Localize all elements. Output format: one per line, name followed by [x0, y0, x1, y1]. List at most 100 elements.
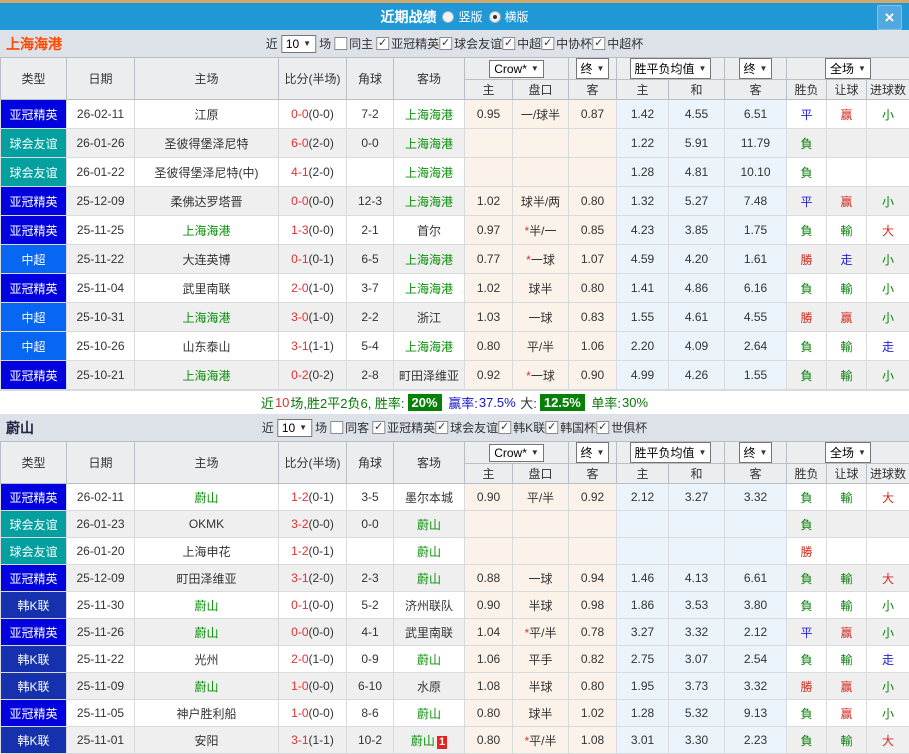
odds-final-select[interactable]: 终▼ — [576, 442, 610, 463]
sub-header-odds-away: 客 — [569, 464, 617, 484]
summary-segment: 20% — [408, 394, 442, 411]
league-filter[interactable]: 球会友谊 — [439, 35, 502, 52]
table-row: 韩K联25-11-09蔚山1-0(0-0)6-10水原1.08半球0.801.9… — [1, 673, 909, 700]
result-wdl: 負 — [787, 565, 827, 592]
league-filter[interactable]: 韩K联 — [498, 419, 545, 436]
avg-final-select[interactable]: 终▼ — [739, 442, 773, 463]
league-filter[interactable]: 亚冠精英 — [372, 419, 435, 436]
layout-vertical-radio[interactable]: 竖版 — [442, 8, 482, 25]
checkbox-icon[interactable] — [545, 421, 558, 434]
radio-icon[interactable] — [489, 11, 501, 23]
checkbox-icon[interactable] — [435, 421, 448, 434]
full-time-score: 3-0 — [291, 310, 308, 324]
sub-header-odds-away: 客 — [569, 80, 617, 100]
close-button[interactable]: × — [877, 5, 902, 30]
checkbox-icon[interactable] — [592, 37, 605, 50]
avg-home: 3.01 — [617, 727, 669, 754]
match-count-select[interactable]: 10 ▼ — [277, 419, 312, 437]
avg-type-select[interactable]: 胜平负均值▼ — [630, 442, 712, 463]
avg-away: 6.51 — [725, 100, 787, 129]
odds-home — [465, 158, 513, 187]
league-filter[interactable]: 球会友谊 — [435, 419, 498, 436]
away-team: 济州联队 — [394, 592, 465, 619]
avg-draw: 4.09 — [669, 332, 725, 361]
corner-score: 10-2 — [347, 727, 394, 754]
checkbox-icon[interactable] — [439, 37, 452, 50]
chevron-down-icon: ▼ — [760, 64, 768, 73]
avg-draw: 3.73 — [669, 673, 725, 700]
away-team-name: 济州联队 — [405, 599, 453, 613]
corner-score: 3-5 — [347, 484, 394, 511]
avg-final-select[interactable]: 终▼ — [739, 58, 773, 79]
odds-handicap: *平/半 — [513, 727, 569, 754]
table-row: 亚冠精英26-02-11蔚山1-2(0-1)3-5墨尔本城0.90平/半0.92… — [1, 484, 909, 511]
radio-icon[interactable] — [442, 11, 454, 23]
corner-score — [347, 158, 394, 187]
match-date: 26-01-26 — [67, 129, 135, 158]
full-time-score: 1-2 — [291, 544, 308, 558]
col-header-away: 客场 — [394, 442, 465, 484]
match-date: 26-01-22 — [67, 158, 135, 187]
checkbox-icon[interactable] — [596, 421, 609, 434]
corner-score: 3-7 — [347, 274, 394, 303]
same-venue-filter[interactable]: 同客 — [330, 419, 369, 436]
score: 1-2(0-1) — [279, 538, 347, 565]
half-time-score: (0-1) — [309, 252, 334, 266]
checkbox-icon[interactable] — [376, 37, 389, 50]
match-type-badge: 中超 — [1, 332, 67, 361]
league-filter[interactable]: 中协杯 — [541, 35, 592, 52]
result-goals: 小 — [867, 245, 909, 274]
full-time-score: 3-1 — [291, 339, 308, 353]
checkbox-icon[interactable] — [498, 421, 511, 434]
scope-select[interactable]: 全场▼ — [825, 58, 871, 79]
result-goals — [867, 158, 909, 187]
result-wdl: 負 — [787, 274, 827, 303]
title-center: 近期战绩 竖版 横版 — [0, 7, 909, 27]
league-filter[interactable]: 世俱杯 — [596, 419, 647, 436]
same-venue-filter[interactable]: 同主 — [334, 35, 373, 52]
checkbox-icon[interactable] — [541, 37, 554, 50]
match-type-badge: 亚冠精英 — [1, 361, 67, 390]
avg-away: 1.61 — [725, 245, 787, 274]
league-filter[interactable]: 亚冠精英 — [376, 35, 439, 52]
odds-final-select[interactable]: 终▼ — [576, 58, 610, 79]
home-team: 蔚山 — [135, 619, 279, 646]
chevron-down-icon: ▼ — [531, 448, 539, 457]
corner-score: 2-2 — [347, 303, 394, 332]
avg-draw: 3.32 — [669, 619, 725, 646]
checkbox-icon[interactable] — [372, 421, 385, 434]
checkbox-icon[interactable] — [330, 421, 343, 434]
summary-segment: 12.5% — [540, 394, 585, 411]
score: 3-2(0-0) — [279, 511, 347, 538]
corner-score: 4-1 — [347, 619, 394, 646]
match-date: 25-11-01 — [67, 727, 135, 754]
result-handicap — [827, 158, 867, 187]
odds-away: 0.94 — [569, 565, 617, 592]
home-team: 上海海港 — [135, 216, 279, 245]
match-date: 26-02-11 — [67, 484, 135, 511]
odds-company-select[interactable]: Crow*▼ — [489, 444, 544, 462]
match-count-select[interactable]: 10 ▼ — [281, 35, 316, 53]
league-filter-label: 球会友谊 — [450, 419, 498, 436]
avg-final-cell: 终▼ — [725, 58, 787, 80]
away-team: 蔚山 — [394, 700, 465, 727]
odds-away: 0.80 — [569, 187, 617, 216]
match-count-value: 10 — [282, 421, 295, 435]
checkbox-icon[interactable] — [334, 37, 347, 50]
avg-home: 1.86 — [617, 592, 669, 619]
league-filter[interactable]: 中超 — [502, 35, 541, 52]
odds-home: 1.03 — [465, 303, 513, 332]
league-filter[interactable]: 中超杯 — [592, 35, 643, 52]
match-type-badge: 亚冠精英 — [1, 619, 67, 646]
league-filter[interactable]: 韩国杯 — [545, 419, 596, 436]
summary-segment: 大: — [517, 393, 537, 412]
odds-home: 0.80 — [465, 727, 513, 754]
odds-company-select[interactable]: Crow*▼ — [489, 60, 544, 78]
league-filter-label: 世俱杯 — [611, 419, 647, 436]
avg-home: 2.75 — [617, 646, 669, 673]
scope-select[interactable]: 全场▼ — [825, 442, 871, 463]
avg-type-select[interactable]: 胜平负均值▼ — [630, 58, 712, 79]
table-row: 韩K联25-11-30蔚山0-1(0-0)5-2济州联队0.90半球0.981.… — [1, 592, 909, 619]
checkbox-icon[interactable] — [502, 37, 515, 50]
layout-horizontal-radio[interactable]: 横版 — [489, 8, 529, 25]
